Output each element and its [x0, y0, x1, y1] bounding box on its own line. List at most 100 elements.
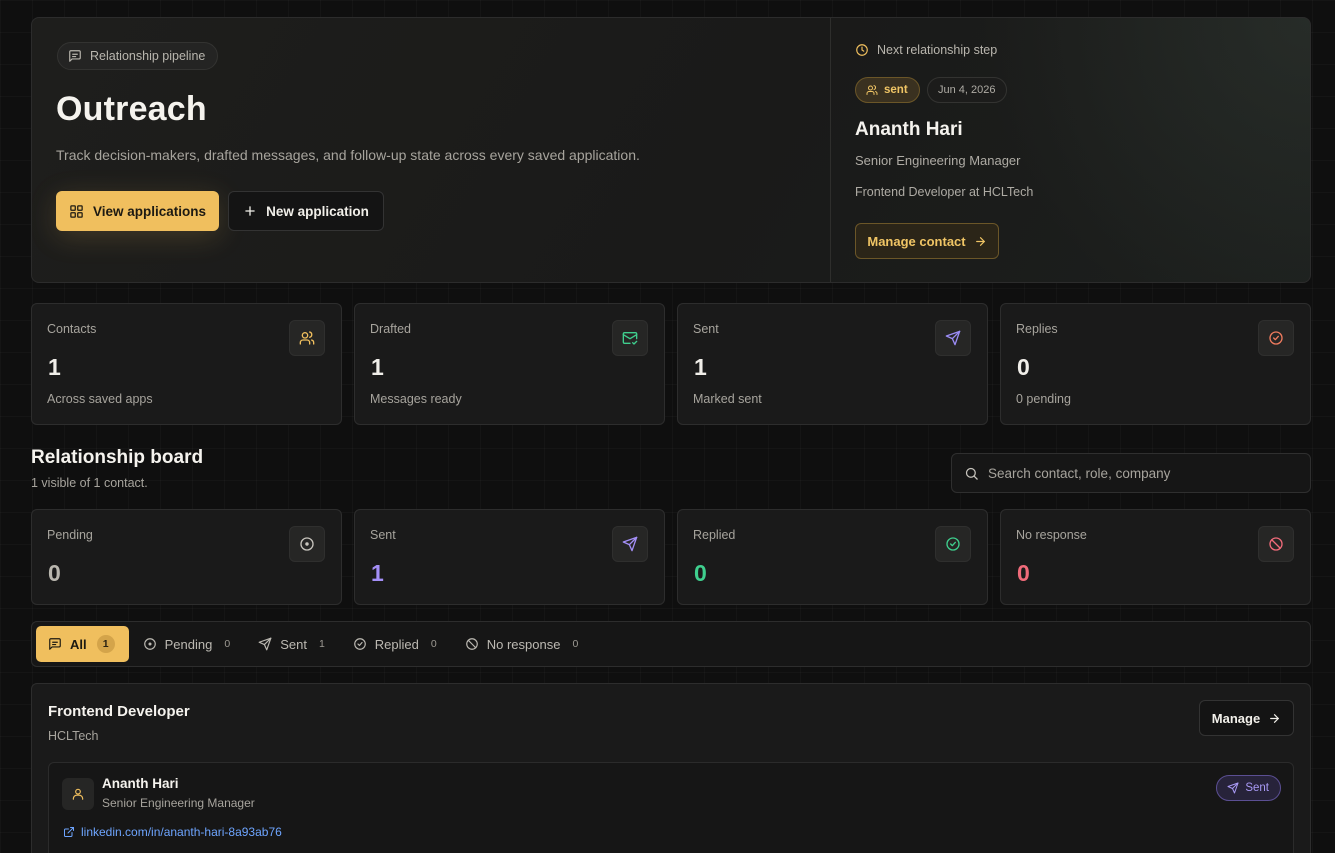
filter-tab-label: Pending	[164, 636, 213, 652]
stat-label: Sent	[693, 322, 719, 336]
view-applications-button[interactable]: View applications	[56, 191, 219, 231]
status-badge: sent	[855, 77, 920, 103]
filter-tabs: All 1 Pending 0 Sent 1 Replied 0 No resp…	[31, 621, 1311, 667]
status-value: 0	[694, 560, 707, 586]
next-contact-application: Frontend Developer at HCLTech	[855, 185, 1034, 199]
new-application-label: New application	[266, 203, 369, 219]
board-subtitle: 1 visible of 1 contact.	[31, 476, 148, 490]
status-label: Replied	[693, 528, 736, 542]
message-icon	[48, 637, 62, 651]
stat-note: Messages ready	[370, 392, 462, 406]
status-card-pending[interactable]: Pending 0	[31, 509, 342, 605]
filter-tab-no-response[interactable]: No response 0	[453, 626, 593, 662]
stat-value: 0	[1017, 354, 1030, 380]
stat-card-contacts: Contacts 1 Across saved apps	[31, 303, 342, 425]
stat-note: Across saved apps	[47, 392, 153, 406]
manage-label: Manage	[1211, 710, 1261, 726]
filter-count: 0	[572, 638, 579, 650]
stat-card-sent: Sent 1 Marked sent	[677, 303, 988, 425]
stat-card-drafted: Drafted 1 Messages ready	[354, 303, 665, 425]
contact-status-badge: Sent	[1216, 775, 1281, 801]
stat-label: Contacts	[47, 322, 97, 336]
search-box[interactable]	[951, 453, 1311, 493]
user-icon	[71, 787, 85, 801]
users-icon	[866, 84, 878, 96]
stat-label: Drafted	[370, 322, 411, 336]
check-circle-icon	[353, 637, 367, 651]
status-value: 0	[1017, 560, 1030, 586]
status-value: 1	[371, 560, 384, 586]
pipeline-tag: Relationship pipeline	[57, 42, 219, 70]
filter-tab-label: Replied	[374, 636, 419, 652]
filter-tab-sent[interactable]: Sent 1	[246, 626, 339, 662]
filter-count: 0	[224, 638, 231, 650]
filter-count: 0	[430, 638, 437, 650]
contact-status-text: Sent	[1245, 782, 1269, 794]
filter-tab-label: Sent	[280, 636, 307, 652]
mail-check-icon	[612, 320, 648, 356]
filter-tab-all[interactable]: All 1	[36, 626, 129, 662]
next-step-label: Next relationship step	[855, 43, 997, 57]
avatar	[62, 778, 94, 810]
check-circle-icon	[1258, 320, 1294, 356]
view-applications-label: View applications	[92, 203, 207, 219]
users-icon	[289, 320, 325, 356]
new-application-button[interactable]: New application	[228, 191, 384, 231]
ban-icon	[1258, 526, 1294, 562]
arrow-right-icon	[974, 235, 987, 248]
search-input[interactable]	[988, 465, 1288, 481]
next-contact-name: Ananth Hari	[855, 119, 963, 140]
application-title: Frontend Developer	[48, 703, 190, 720]
send-icon	[1227, 782, 1239, 794]
filter-count: 1	[96, 635, 115, 653]
status-value: 0	[48, 560, 61, 586]
filter-count: 1	[318, 638, 325, 650]
linkedin-link[interactable]: linkedin.com/in/ananth-hari-8a93ab76	[63, 825, 282, 839]
contact-card: Ananth Hari Senior Engineering Manager l…	[48, 762, 1294, 853]
manage-contact-button[interactable]: Manage contact	[855, 223, 999, 259]
next-step-text: Next relationship step	[877, 43, 998, 57]
linkedin-link-text: linkedin.com/in/ananth-hari-8a93ab76	[81, 825, 282, 839]
filter-tab-replied[interactable]: Replied 0	[341, 626, 451, 662]
stat-note: 0 pending	[1016, 392, 1071, 406]
check-circle-icon	[935, 526, 971, 562]
status-label: Sent	[370, 528, 396, 542]
ban-icon	[465, 637, 479, 651]
stat-value: 1	[694, 354, 707, 380]
page-subtitle: Track decision-makers, drafted messages,…	[56, 147, 640, 163]
status-card-replied[interactable]: Replied 0	[677, 509, 988, 605]
send-icon	[935, 320, 971, 356]
send-icon	[258, 637, 272, 651]
pipeline-tag-label: Relationship pipeline	[90, 49, 206, 63]
filter-tab-label: No response	[486, 636, 561, 652]
stat-value: 1	[371, 354, 384, 380]
grid-icon	[69, 204, 84, 219]
stat-label: Replies	[1016, 322, 1058, 336]
next-step-panel: Next relationship step sent Jun 4, 2026 …	[831, 18, 1310, 282]
external-link-icon	[63, 826, 75, 838]
status-card-sent[interactable]: Sent 1	[354, 509, 665, 605]
date-badge: Jun 4, 2026	[927, 77, 1007, 103]
filter-tab-pending[interactable]: Pending 0	[131, 626, 245, 662]
plus-icon	[243, 204, 257, 218]
hero-panel: Relationship pipeline Outreach Track dec…	[31, 17, 1311, 283]
board-title: Relationship board	[31, 447, 204, 468]
manage-button[interactable]: Manage	[1199, 700, 1294, 736]
send-icon	[612, 526, 648, 562]
application-card: Frontend Developer HCLTech Manage Ananth…	[31, 683, 1311, 853]
status-card-no-response[interactable]: No response 0	[1000, 509, 1311, 605]
stat-card-replies: Replies 0 0 pending	[1000, 303, 1311, 425]
contact-name: Ananth Hari	[102, 776, 179, 791]
page-title: Outreach	[56, 90, 207, 128]
pending-circle-icon	[289, 526, 325, 562]
clock-icon	[855, 43, 869, 57]
stat-value: 1	[48, 354, 61, 380]
search-icon	[964, 466, 979, 481]
next-contact-role: Senior Engineering Manager	[855, 153, 1021, 168]
manage-contact-label: Manage contact	[867, 233, 966, 249]
stat-note: Marked sent	[693, 392, 762, 406]
status-badge-text: sent	[884, 84, 908, 96]
contact-role: Senior Engineering Manager	[102, 796, 255, 810]
status-label: No response	[1016, 528, 1087, 542]
pending-circle-icon	[143, 637, 157, 651]
